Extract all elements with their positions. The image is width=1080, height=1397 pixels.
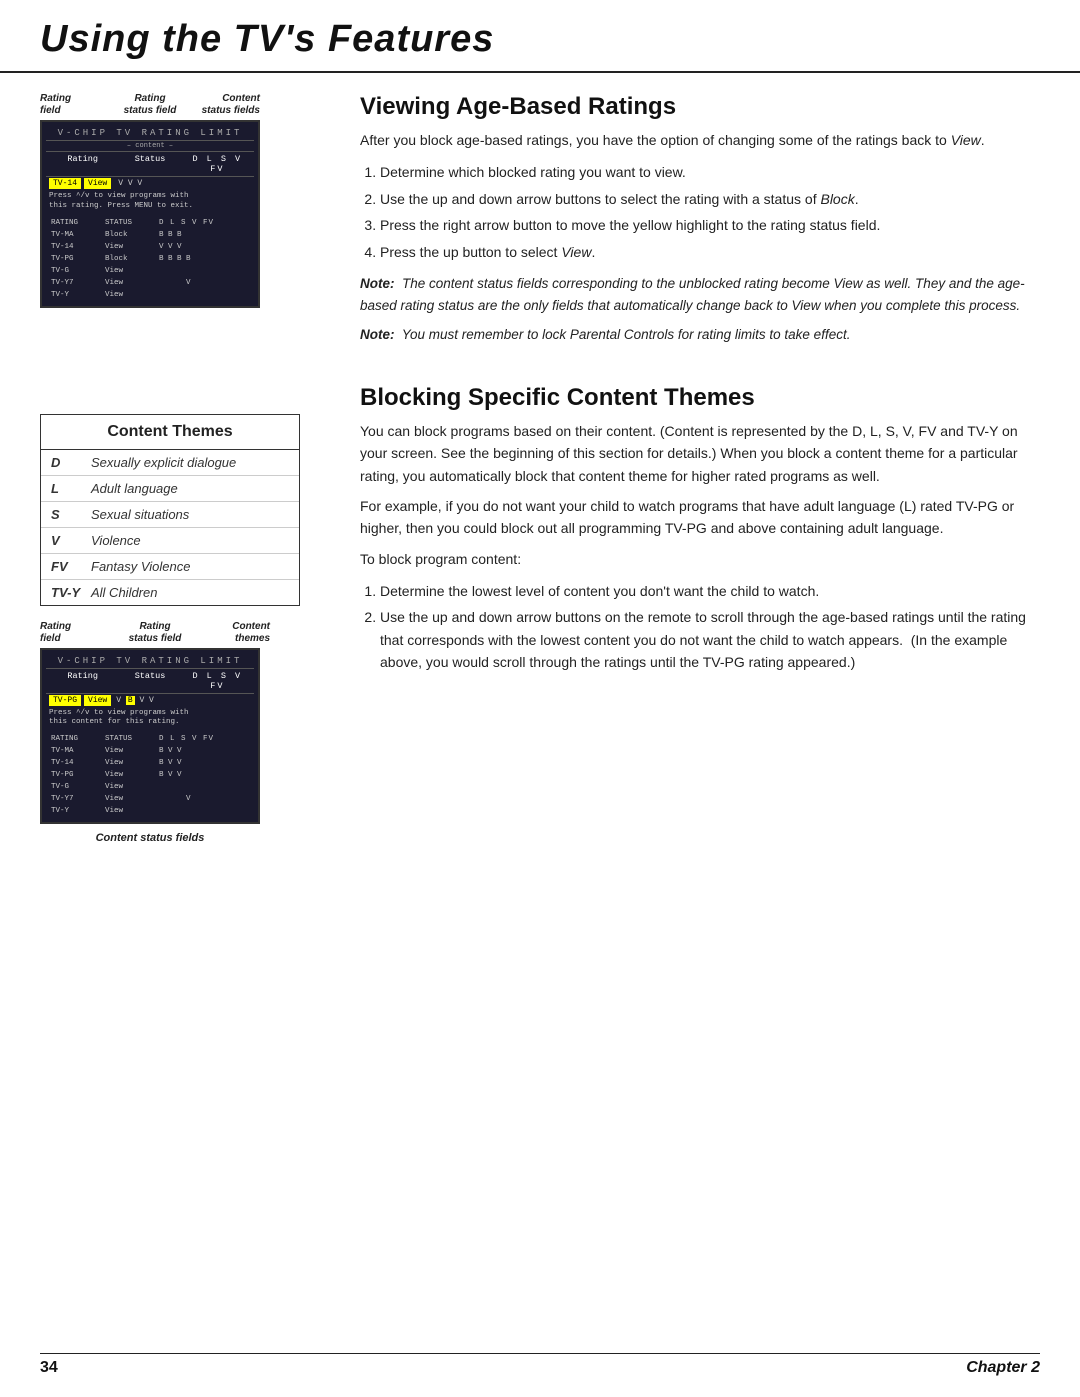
section1-body1: After you block age-based ratings, you h… xyxy=(360,129,1040,151)
tv2-selected-status: View xyxy=(84,695,111,706)
tv1-labels: Ratingfield Ratingstatus field Contentst… xyxy=(40,93,260,117)
section2-para3: To block program content: xyxy=(360,548,1040,570)
ct-key-tvy: TV-Y xyxy=(51,585,91,600)
footer-page-number: 34 xyxy=(40,1359,58,1377)
tv1-info-text: Press ^/v to view programs withthis rati… xyxy=(46,190,254,214)
tv1-label-status-field: Ratingstatus field xyxy=(113,93,186,117)
table-row: TV-MAViewB V V xyxy=(48,746,252,756)
table-row: TV-YView xyxy=(48,290,252,300)
tv1-selected-row: TV-14 View V V V xyxy=(46,177,254,190)
page-footer: 34 Chapter 2 xyxy=(40,1353,1040,1377)
table-row: TV-GView xyxy=(48,266,252,276)
table-row: TV-Y7ViewV xyxy=(48,794,252,804)
tv2-col-status: Status xyxy=(116,671,183,691)
page-header: Using the TV's Features xyxy=(0,0,1080,73)
tv1-selected-status: View xyxy=(84,178,111,189)
ct-val-fv: Fantasy Violence xyxy=(91,559,191,574)
table-row: TV-MABlockB B B xyxy=(48,230,252,240)
section2-body: You can block programs based on their co… xyxy=(360,420,1040,570)
tv1-label-content-status: Contentstatus fields xyxy=(187,93,260,117)
tv1-selected-rating: TV-14 xyxy=(49,178,81,189)
ct-row-l: L Adult language xyxy=(41,476,299,502)
page-title: Using the TV's Features xyxy=(40,18,1040,61)
tv2-info-text: Press ^/v to view programs withthis cont… xyxy=(46,707,254,731)
section2-title: Blocking Specific Content Themes xyxy=(360,384,1040,412)
tv2-selected-row: TV-PG View V B V V xyxy=(46,694,254,707)
ct-val-s: Sexual situations xyxy=(91,507,189,522)
tv-screen-2: V-CHIP TV RATING LIMIT Rating Status D L… xyxy=(40,648,260,825)
ct-row-tvy: TV-Y All Children xyxy=(41,580,299,605)
tv2-label-rating-field: Ratingfield xyxy=(40,621,117,645)
table-row: TV-14ViewV V V xyxy=(48,242,252,252)
section1-title: Viewing Age-Based Ratings xyxy=(360,93,1040,121)
section2-para1: You can block programs based on their co… xyxy=(360,420,1040,487)
tv-screen-2-area: Ratingfield Ratingstatus field Contentth… xyxy=(40,621,330,845)
tv2-caption: Content status fields xyxy=(40,832,260,844)
table-row: TV-PGBlockB B B B xyxy=(48,254,252,264)
table-row: RATING STATUS D L S V FV xyxy=(48,218,252,228)
right-column-top: Viewing Age-Based Ratings After you bloc… xyxy=(360,93,1040,354)
ct-val-l: Adult language xyxy=(91,481,178,496)
ct-key-d: D xyxy=(51,455,91,470)
tv1-label-rating-field: Ratingfield xyxy=(40,93,113,117)
footer-chapter: Chapter 2 xyxy=(966,1359,1040,1377)
table-row: TV-Y7ViewV xyxy=(48,278,252,288)
tv1-selected-checks: V V V xyxy=(118,179,142,188)
tv2-col-content: D L S V FV xyxy=(184,671,251,691)
tv-screen-1: V-CHIP TV RATING LIMIT – content – Ratin… xyxy=(40,120,260,308)
note-block-2: Note: You must remember to lock Parental… xyxy=(360,324,1040,346)
tv1-title: V-CHIP TV RATING LIMIT xyxy=(46,126,254,141)
section2-steps-list: Determine the lowest level of content yo… xyxy=(380,580,1040,674)
tv1-col-content: D L S V FV xyxy=(184,154,251,174)
left-column-bottom: Content Themes D Sexually explicit dialo… xyxy=(40,384,330,845)
tv2-labels: Ratingfield Ratingstatus field Contentth… xyxy=(40,621,270,645)
ct-key-v: V xyxy=(51,533,91,548)
list-item: Determine the lowest level of content yo… xyxy=(380,580,1040,602)
table-row: TV-GView xyxy=(48,782,252,792)
ct-row-fv: FV Fantasy Violence xyxy=(41,554,299,580)
ct-val-tvy: All Children xyxy=(91,585,157,600)
left-column-top: Ratingfield Ratingstatus field Contentst… xyxy=(40,93,330,354)
ct-row-d: D Sexually explicit dialogue xyxy=(41,450,299,476)
list-item: Press the right arrow button to move the… xyxy=(380,214,1040,236)
tv2-selected-checks: V B V V xyxy=(116,696,154,705)
section2-para2: For example, if you do not want your chi… xyxy=(360,495,1040,540)
tv2-table: RATING STATUS D L S V FV TV-MAViewB V V … xyxy=(46,732,254,818)
list-item: Use the up and down arrow buttons to sel… xyxy=(380,188,1040,210)
tv1-header: Rating Status D L S V FV xyxy=(46,152,254,177)
tv2-title: V-CHIP TV RATING LIMIT xyxy=(46,654,254,669)
section1-para1: After you block age-based ratings, you h… xyxy=(360,129,1040,151)
tv1-table: RATING STATUS D L S V FV TV-MABlockB B B… xyxy=(46,216,254,302)
ct-val-v: Violence xyxy=(91,533,141,548)
list-item: Use the up and down arrow buttons on the… xyxy=(380,606,1040,673)
ct-key-fv: FV xyxy=(51,559,91,574)
note-block-1: Note: The content status fields correspo… xyxy=(360,273,1040,316)
table-row: TV-YView xyxy=(48,806,252,816)
tv2-selected-rating: TV-PG xyxy=(49,695,81,706)
ct-key-l: L xyxy=(51,481,91,496)
ct-val-d: Sexually explicit dialogue xyxy=(91,455,236,470)
tv2-label-status-field: Ratingstatus field xyxy=(117,621,194,645)
tv1-col-rating: Rating xyxy=(49,154,116,174)
top-section: Ratingfield Ratingstatus field Contentst… xyxy=(0,73,1080,374)
list-item: Determine which blocked rating you want … xyxy=(380,161,1040,183)
content-themes-header: Content Themes xyxy=(41,415,299,450)
table-row: TV-PGViewB V V xyxy=(48,770,252,780)
tv2-label-content-themes: Contentthemes xyxy=(193,621,270,645)
tv2-col-rating: Rating xyxy=(49,671,116,691)
section1-steps-list: Determine which blocked rating you want … xyxy=(380,161,1040,263)
tv1-col-status: Status xyxy=(116,154,183,174)
ct-row-v: V Violence xyxy=(41,528,299,554)
table-row: RATING STATUS D L S V FV xyxy=(48,734,252,744)
ct-key-s: S xyxy=(51,507,91,522)
right-column-bottom: Blocking Specific Content Themes You can… xyxy=(360,384,1040,845)
content-themes-table: Content Themes D Sexually explicit dialo… xyxy=(40,414,300,606)
list-item: Press the up button to select View. xyxy=(380,241,1040,263)
tv2-header: Rating Status D L S V FV xyxy=(46,669,254,694)
table-row: TV-14ViewB V V xyxy=(48,758,252,768)
bottom-section: Content Themes D Sexually explicit dialo… xyxy=(0,374,1080,865)
ct-row-s: S Sexual situations xyxy=(41,502,299,528)
